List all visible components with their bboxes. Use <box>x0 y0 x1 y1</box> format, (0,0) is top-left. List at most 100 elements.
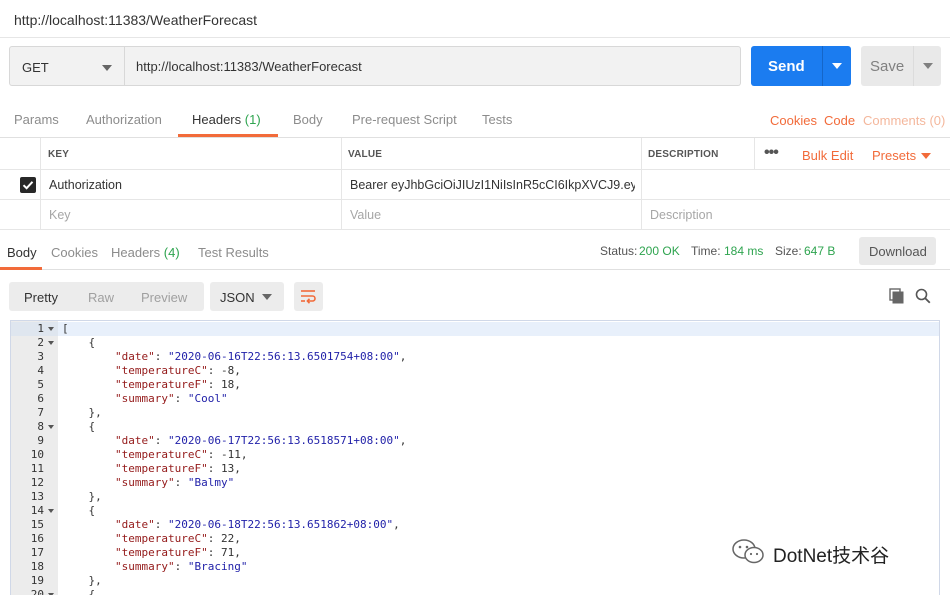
code-token: : 71, <box>207 546 241 559</box>
fold-arrow-icon[interactable] <box>48 509 54 513</box>
fold-arrow-icon[interactable] <box>48 327 54 331</box>
tab-authorization[interactable]: Authorization <box>86 112 162 127</box>
line-number-text: 14 <box>30 504 44 517</box>
code-token: { <box>62 504 96 517</box>
header-value-cell[interactable]: Bearer eyJhbGciOiJIUzI1NiIsInR5cCI6IkpXV… <box>350 178 635 192</box>
line-number-text: 12 <box>30 476 44 489</box>
view-pretty[interactable]: Pretty <box>24 290 58 305</box>
code-token: }, <box>62 574 102 587</box>
code-token: : -8, <box>207 364 241 377</box>
res-tab-cookies[interactable]: Cookies <box>51 245 98 260</box>
line-number-text: 13 <box>30 490 44 503</box>
copy-icon[interactable] <box>889 288 905 304</box>
code-token: [ <box>62 322 69 335</box>
fold-arrow-icon[interactable] <box>48 425 54 429</box>
fold-arrow-icon[interactable] <box>48 341 54 345</box>
res-tab-test-results[interactable]: Test Results <box>198 245 269 260</box>
download-button[interactable]: Download <box>859 237 936 265</box>
cookies-link[interactable]: Cookies <box>770 113 817 128</box>
send-button[interactable]: Send <box>751 46 822 86</box>
save-options-button[interactable] <box>913 46 941 86</box>
code-token: "date" <box>114 518 155 531</box>
code-token: "date" <box>114 434 155 447</box>
code-token: , <box>393 518 400 531</box>
active-tab-indicator <box>178 134 278 137</box>
headers-table: KEY VALUE DESCRIPTION ••• Bulk Edit Pres… <box>0 138 950 230</box>
line-number: 9 <box>11 434 58 448</box>
presets-dropdown[interactable]: Presets <box>872 148 916 163</box>
tab-body[interactable]: Body <box>293 112 323 127</box>
code-token: , <box>399 350 407 363</box>
col-value: VALUE <box>348 149 383 160</box>
code-token: "summary" <box>114 392 175 405</box>
code-line: }, <box>62 490 922 504</box>
table-row-new: Key Value Description <box>0 200 950 230</box>
comments-link[interactable]: Comments (0) <box>863 113 945 128</box>
tab-headers-label: Headers <box>192 112 242 127</box>
request-tabs: Params Authorization Headers (1) Body Pr… <box>0 100 950 138</box>
code-line: "temperatureC": -8, <box>62 364 922 378</box>
status-value[interactable]: 200 OK <box>639 244 680 258</box>
code-token: "2020-06-17T22:56:13.6518571+08:00" <box>167 434 400 447</box>
header-key-cell[interactable]: Authorization <box>49 178 122 192</box>
new-key-input[interactable]: Key <box>49 208 71 222</box>
send-options-button[interactable] <box>822 46 851 86</box>
url-input[interactable] <box>125 46 741 86</box>
line-number-text: 10 <box>30 448 44 461</box>
format-select[interactable]: JSON <box>210 282 284 311</box>
tab-headers[interactable]: Headers (1) <box>192 112 261 127</box>
bulk-edit-link[interactable]: Bulk Edit <box>802 148 853 163</box>
code-token: "summary" <box>114 476 175 489</box>
new-description-input[interactable]: Description <box>650 208 713 222</box>
tab-tests[interactable]: Tests <box>482 112 512 127</box>
line-number-text: 1 <box>37 322 44 335</box>
tab-headers-count: (1) <box>244 112 261 127</box>
time-value[interactable]: 184 ms <box>724 244 763 258</box>
window-title: http://localhost:11383/WeatherForecast <box>14 12 258 28</box>
wechat-icon <box>732 539 764 564</box>
res-tab-headers-label: Headers <box>111 245 161 260</box>
more-options-icon[interactable]: ••• <box>764 144 779 162</box>
status-label: Status: <box>600 244 638 258</box>
code-token: "2020-06-18T22:56:13.651862+08:00" <box>167 518 394 531</box>
view-raw[interactable]: Raw <box>88 290 114 305</box>
code-token: : <box>154 350 168 363</box>
code-link[interactable]: Code <box>824 113 855 128</box>
code-line: "date": "2020-06-16T22:56:13.6501754+08:… <box>62 350 922 364</box>
code-token: : -11, <box>207 448 248 461</box>
wrap-lines-button[interactable] <box>294 282 323 311</box>
res-tab-body[interactable]: Body <box>7 245 37 260</box>
new-value-input[interactable]: Value <box>350 208 381 222</box>
wrap-lines-icon <box>301 290 316 304</box>
line-number: 12 <box>11 476 58 490</box>
code-token: : 22, <box>207 532 241 545</box>
chevron-down-icon <box>921 153 931 159</box>
save-button[interactable]: Save <box>861 46 913 86</box>
res-tab-headers[interactable]: Headers (4) <box>111 245 180 260</box>
code-token: "2020-06-16T22:56:13.6501754+08:00" <box>167 350 400 363</box>
code-token: "Cool" <box>187 392 228 405</box>
view-preview[interactable]: Preview <box>141 290 187 305</box>
tab-pre-request-script[interactable]: Pre-request Script <box>352 112 457 127</box>
format-label: JSON <box>220 290 255 305</box>
line-number-text: 15 <box>30 518 44 531</box>
column-divider <box>641 138 642 230</box>
header-enabled-checkbox[interactable] <box>20 177 36 193</box>
search-icon[interactable] <box>915 288 931 304</box>
line-number: 18 <box>11 560 58 574</box>
line-number: 11 <box>11 462 58 476</box>
watermark-text: DotNet技术谷 <box>773 546 890 567</box>
title-bar: http://localhost:11383/WeatherForecast <box>0 0 950 38</box>
send-label: Send <box>768 58 805 75</box>
tab-params[interactable]: Params <box>14 112 59 127</box>
method-select[interactable]: GET <box>9 46 125 86</box>
size-value[interactable]: 647 B <box>804 244 835 258</box>
line-number-text: 6 <box>37 392 44 405</box>
code-token: { <box>62 588 96 595</box>
